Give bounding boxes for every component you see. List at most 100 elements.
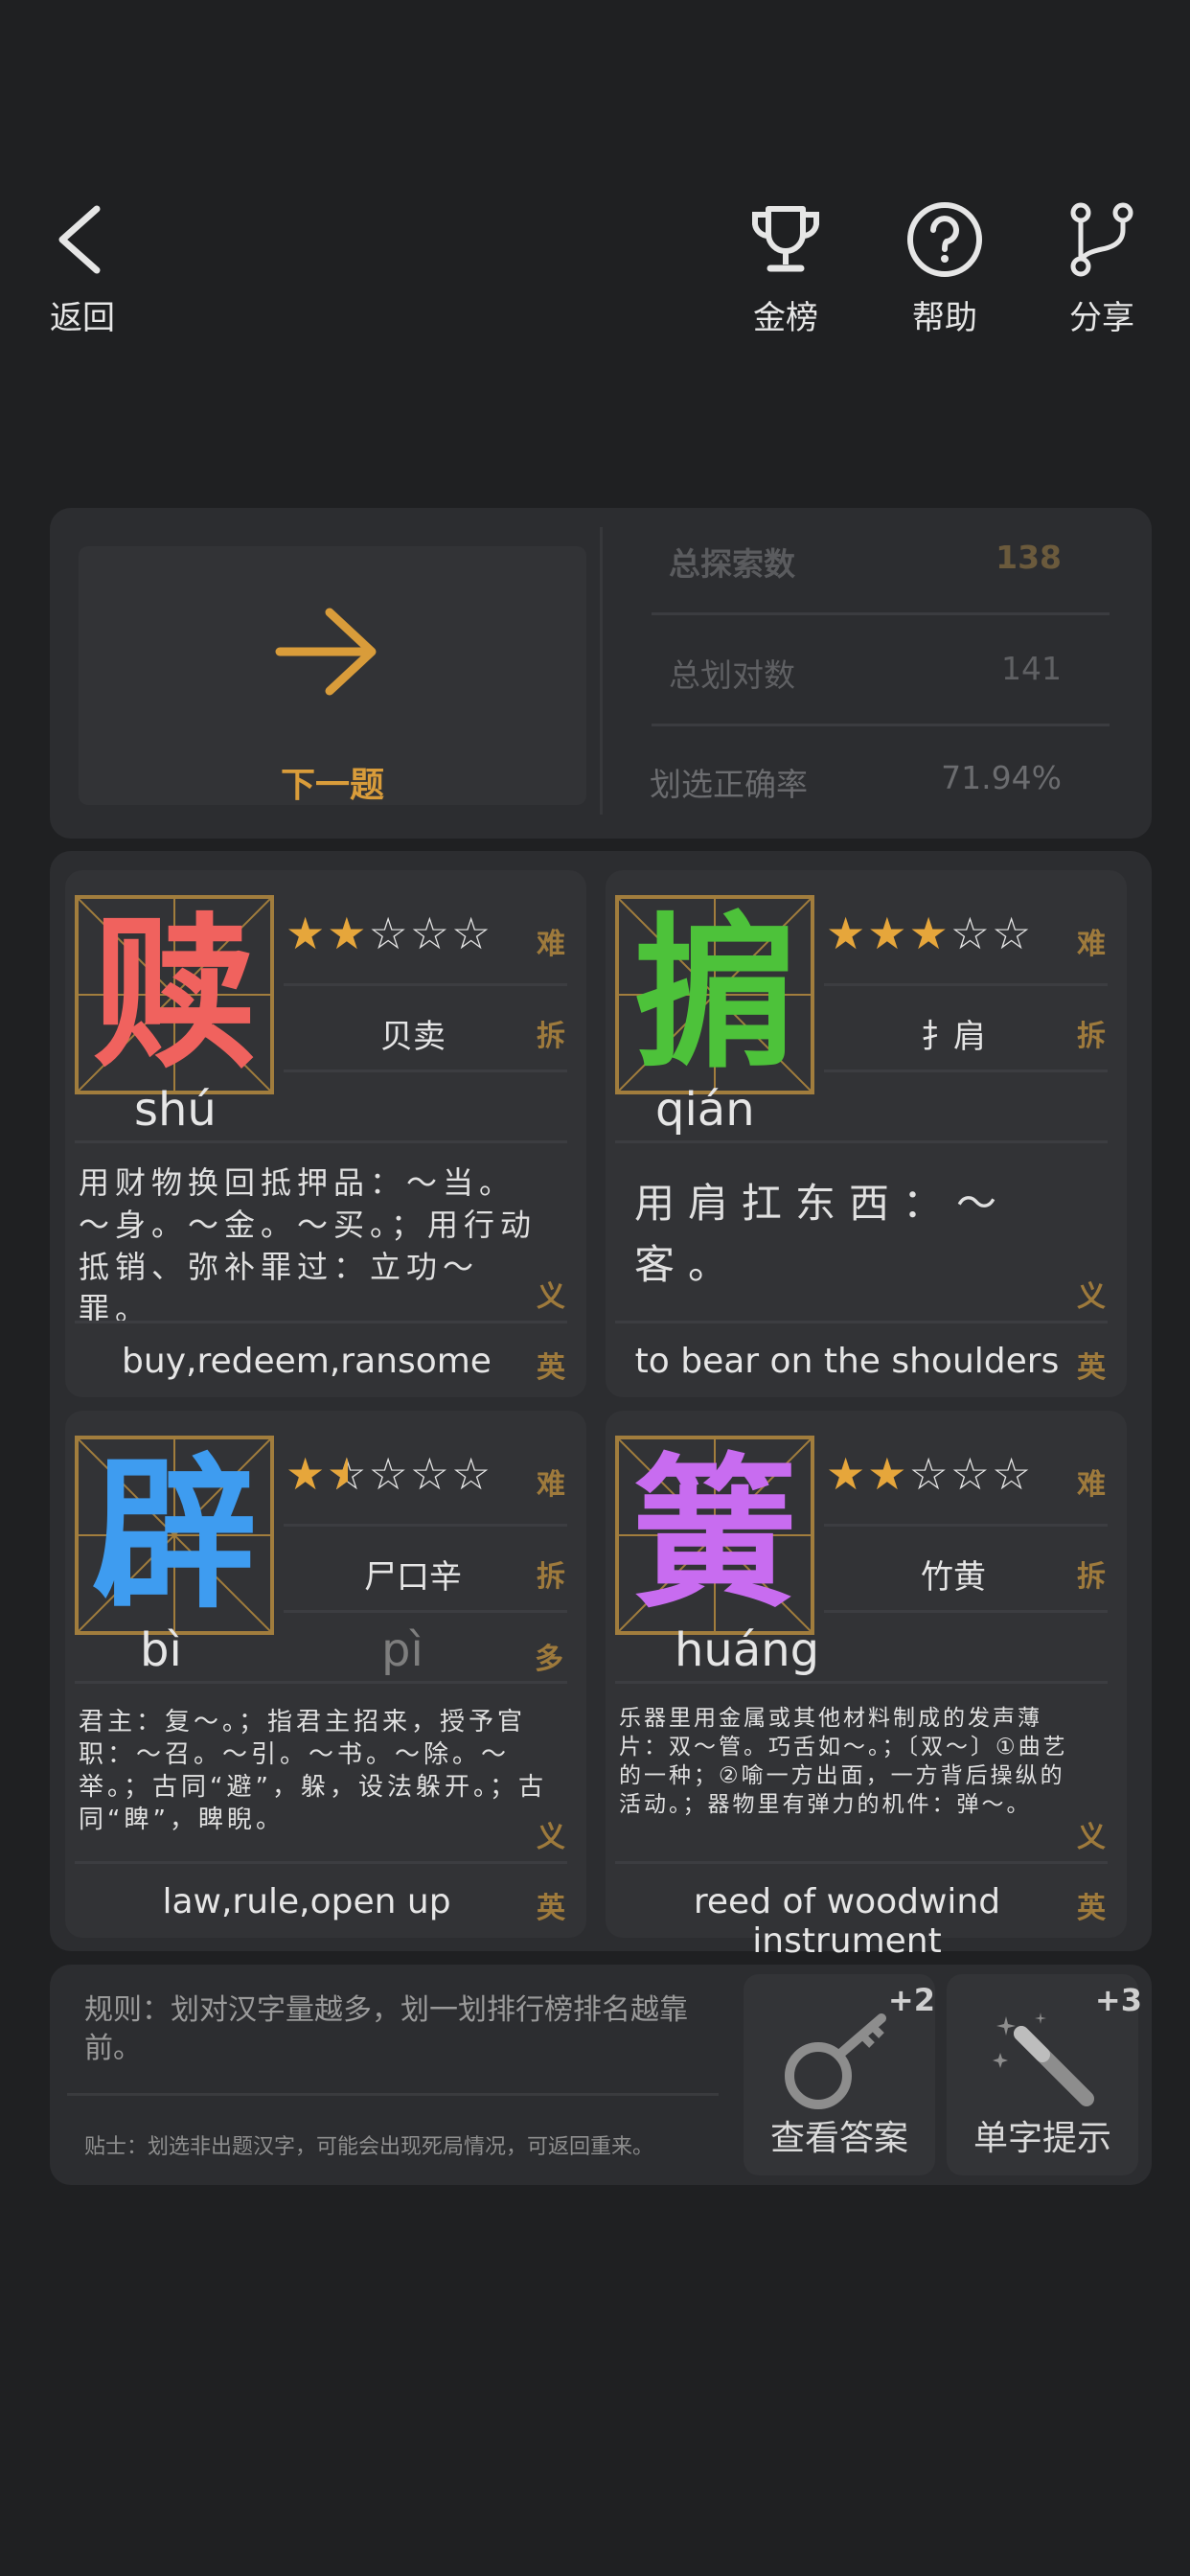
char-grid: 掮 xyxy=(615,895,814,1094)
difficulty-tag[interactable]: 难 xyxy=(1077,920,1106,962)
star-empty-icon: ☆ xyxy=(451,1448,493,1500)
english-tag[interactable]: 英 xyxy=(1077,1344,1106,1386)
meaning-tag[interactable]: 义 xyxy=(537,1273,565,1315)
row-divider xyxy=(615,1321,1108,1323)
star-empty-icon: ☆ xyxy=(992,1448,1034,1500)
next-question-label: 下一题 xyxy=(280,766,384,805)
stats-panel: 下一题 总探索数 138 总划对数 141 划选正确率 71.94% xyxy=(50,508,1152,839)
meaning-text: 用肩扛东西：～客。 xyxy=(634,1180,1011,1288)
star-empty-icon: ☆ xyxy=(950,908,992,959)
decomposition: 竹黄 xyxy=(921,1558,986,1597)
difficulty-tag[interactable]: 难 xyxy=(537,920,565,962)
star-filled-icon: ★ xyxy=(286,1448,328,1500)
hanzi-char: 辟 xyxy=(92,1438,257,1631)
row-divider xyxy=(615,1681,1108,1684)
english-tag[interactable]: 英 xyxy=(537,1344,565,1386)
view-answer-button[interactable]: +2 查看答案 xyxy=(744,1974,935,2175)
row-divider xyxy=(615,1140,1108,1143)
star-filled-icon: ★ xyxy=(327,908,369,959)
help-label: 帮助 xyxy=(912,299,977,337)
meaning-tag[interactable]: 义 xyxy=(1077,1813,1106,1855)
char-card[interactable]: 掮 ★★★☆☆ 难 扌肩 拆 qián 用肩扛东西：～客。 义 to bear … xyxy=(606,870,1127,1397)
split-tag[interactable]: 拆 xyxy=(537,1552,565,1595)
difficulty-tag[interactable]: 难 xyxy=(537,1460,565,1503)
star-empty-icon: ☆ xyxy=(451,908,493,959)
char-card[interactable]: 辟 ★☆☆☆☆ 难 尸口辛 拆 bì pì 多 君主：复～。；指君主招来，授予官… xyxy=(65,1411,586,1938)
meaning-text: 用财物换回抵押品：～当。～身。～金。～买。；用行动抵销、弥补罪过：立功～罪。 xyxy=(79,1164,538,1327)
star-filled-icon: ★ xyxy=(867,908,909,959)
row-divider xyxy=(824,1524,1108,1527)
back-button[interactable]: 返回 xyxy=(6,201,159,338)
pinyin: huáng xyxy=(675,1623,820,1677)
hint-bonus: +3 xyxy=(1094,1982,1142,2018)
pinyin-alt: pì xyxy=(381,1623,423,1677)
difficulty-tag[interactable]: 难 xyxy=(1077,1460,1106,1503)
hanzi-char: 掮 xyxy=(632,898,797,1091)
stat-value: 141 xyxy=(1001,650,1062,687)
meaning-tag[interactable]: 义 xyxy=(1077,1273,1106,1315)
rank-button[interactable]: 金榜 xyxy=(709,201,862,338)
english-text: law,rule,open up xyxy=(162,1882,451,1921)
stat-key: 总划对数 xyxy=(669,656,795,694)
row-divider xyxy=(284,1524,567,1527)
difficulty-stars: ★☆☆☆☆ xyxy=(286,1447,492,1501)
split-tag[interactable]: 拆 xyxy=(537,1012,565,1054)
stat-total-explored: 总探索数 138 xyxy=(652,508,1110,615)
stat-key: 划选正确率 xyxy=(650,766,808,803)
row-divider xyxy=(284,983,567,986)
stat-total-correct: 总划对数 141 xyxy=(652,619,1110,726)
hanzi-char: 簧 xyxy=(632,1438,797,1631)
help-button[interactable]: 帮助 xyxy=(868,201,1021,338)
rank-label: 金榜 xyxy=(753,299,818,337)
key-icon xyxy=(785,2013,886,2109)
english-text: to bear on the shoulders xyxy=(634,1342,1060,1381)
char-hint-button[interactable]: +3 单字提示 xyxy=(947,1974,1142,2175)
meaning-text: 乐器里用金属或其他材料制成的发声薄片：双～管。巧舌如～。；〔双～〕①曲艺的一种；… xyxy=(619,1706,1068,1817)
row-divider xyxy=(75,1681,567,1684)
rule-text: 规则：划对汉字量越多，划一划排行榜排名越靠前。 xyxy=(84,1993,688,2065)
star-empty-icon: ☆ xyxy=(992,908,1034,959)
english-text: reed of woodwind instrument xyxy=(693,1882,1001,1961)
view-answer-label: 查看答案 xyxy=(769,2119,908,2158)
star-filled-icon: ★ xyxy=(867,1448,909,1500)
stat-key: 总探索数 xyxy=(669,545,795,583)
row-divider xyxy=(824,1070,1108,1072)
arrow-right-icon xyxy=(275,608,377,696)
english-tag[interactable]: 英 xyxy=(537,1884,565,1926)
stat-value: 71.94% xyxy=(941,759,1062,796)
difficulty-stars: ★★★☆☆ xyxy=(826,907,1033,960)
row-divider xyxy=(824,983,1108,986)
row-divider xyxy=(75,1861,567,1864)
star-empty-icon: ☆ xyxy=(950,1448,992,1500)
char-card[interactable]: 簧 ★★☆☆☆ 难 竹黄 拆 huáng 乐器里用金属或其他材料制成的发声薄片：… xyxy=(606,1411,1127,1961)
row-divider xyxy=(824,1610,1108,1613)
meaning-text: 君主：复～。；指君主招来，授予官职：～召。～引。～书。～除。～举。；古同“避”，… xyxy=(79,1708,547,1834)
char-grid: 簧 xyxy=(615,1436,814,1635)
polyphone-tag[interactable]: 多 xyxy=(535,1635,563,1677)
rules-divider xyxy=(67,2093,719,2096)
hanzi-char: 赎 xyxy=(92,898,257,1091)
panel-divider xyxy=(600,527,603,815)
split-tag[interactable]: 拆 xyxy=(1077,1012,1106,1054)
magic-wand-icon xyxy=(993,2012,1094,2106)
share-button[interactable]: 分享 xyxy=(1025,201,1179,338)
decomposition: 贝卖 xyxy=(380,1018,446,1056)
stat-accuracy: 划选正确率 71.94% xyxy=(650,728,1110,836)
next-question-button[interactable]: 下一题 xyxy=(79,546,586,805)
star-filled-icon: ★ xyxy=(826,908,868,959)
row-divider xyxy=(284,1070,567,1072)
star-empty-icon: ☆ xyxy=(368,908,410,959)
help-icon xyxy=(907,202,982,277)
english-tag[interactable]: 英 xyxy=(1077,1884,1106,1926)
row-divider xyxy=(75,1321,567,1323)
answer-bonus: +2 xyxy=(887,1982,935,2018)
row-divider xyxy=(615,1861,1108,1864)
char-card[interactable]: 赎 ★★☆☆☆ 难 贝卖 拆 shú 用财物换回抵押品：～当。～身。～金。～买。… xyxy=(65,870,586,1397)
meaning-tag[interactable]: 义 xyxy=(537,1813,565,1855)
star-empty-icon: ☆ xyxy=(409,1448,451,1500)
star-half-icon: ☆ xyxy=(327,1447,368,1501)
char-grid: 赎 xyxy=(75,895,274,1094)
tip-text: 贴士：划选非出题汉字，可能会出现死局情况，可返回重来。 xyxy=(84,2135,654,2159)
split-tag[interactable]: 拆 xyxy=(1077,1552,1106,1595)
difficulty-stars: ★★☆☆☆ xyxy=(286,907,492,960)
